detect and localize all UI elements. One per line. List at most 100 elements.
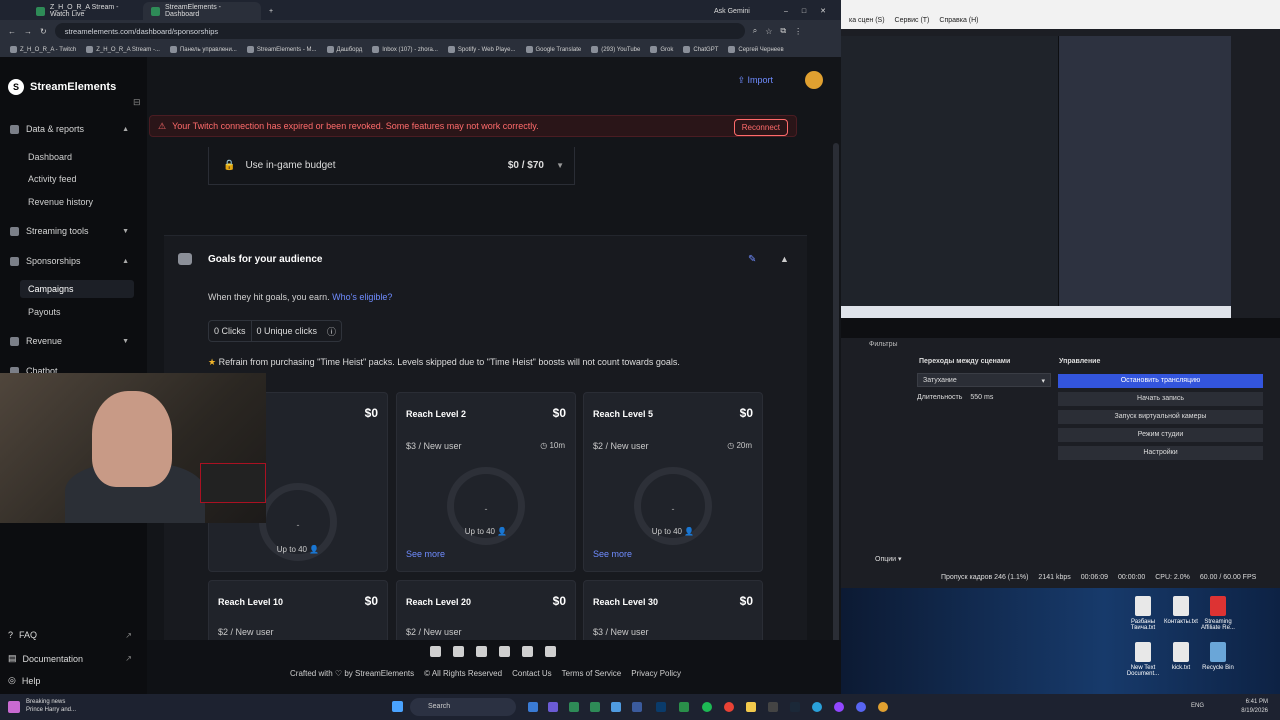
chevron-up-icon[interactable]: ▲ bbox=[780, 254, 789, 264]
maximize-icon[interactable]: □ bbox=[802, 8, 806, 15]
desktop-file-icon[interactable]: New Text Document... bbox=[1123, 642, 1163, 677]
import-button[interactable]: ⇪ Import bbox=[737, 75, 773, 86]
taskbar-app-icon[interactable] bbox=[569, 702, 579, 712]
bookmark-item[interactable]: Дашборд bbox=[326, 46, 362, 53]
nav-revenue[interactable]: Revenue ▼ bbox=[0, 336, 147, 346]
new-tab-button[interactable]: + bbox=[261, 2, 281, 20]
taskbar-app-icon[interactable] bbox=[611, 702, 621, 712]
bookmark-item[interactable]: StreamElements - M... bbox=[246, 46, 317, 53]
virtual-camera-button[interactable]: Запуск виртуальной камеры bbox=[1058, 410, 1263, 424]
desktop-file-icon[interactable]: kick.txt bbox=[1161, 642, 1201, 671]
extensions-icon[interactable]: ⧉ bbox=[780, 26, 786, 36]
bookmark-item[interactable]: Spotify - Web Playe... bbox=[447, 46, 516, 53]
bookmark-item[interactable]: Сергей Чернеев bbox=[728, 46, 784, 53]
taskbar-app-icon[interactable] bbox=[632, 702, 642, 712]
collapse-sidebar-icon[interactable]: ⊟ bbox=[133, 97, 141, 108]
taskbar-app-icon[interactable] bbox=[590, 702, 600, 712]
obs-icon[interactable] bbox=[834, 702, 844, 712]
terms-link[interactable]: Terms of Service bbox=[562, 669, 622, 678]
edit-icon[interactable]: ✎ bbox=[748, 254, 756, 265]
bookmark-item[interactable]: Z_H_O_R_A - Twitch bbox=[10, 46, 76, 53]
forward-icon[interactable]: → bbox=[24, 27, 32, 36]
in-game-budget-row[interactable]: 🔒 Use in-game budget $0 / $70 ▼ bbox=[208, 147, 575, 185]
photoshop-icon[interactable] bbox=[656, 702, 666, 712]
minimize-icon[interactable]: – bbox=[784, 8, 788, 15]
spotify-icon[interactable] bbox=[702, 702, 712, 712]
menu-icon[interactable]: ⋮ bbox=[794, 27, 802, 36]
scrollbar[interactable] bbox=[833, 143, 839, 643]
chrome-icon[interactable] bbox=[724, 702, 734, 712]
desktop-file-icon[interactable]: Контакты.txt bbox=[1161, 596, 1201, 625]
facebook-icon[interactable] bbox=[476, 646, 487, 657]
nav-streaming-tools[interactable]: Streaming tools ▼ bbox=[0, 226, 147, 236]
contact-link[interactable]: Contact Us bbox=[512, 669, 552, 678]
close-icon[interactable]: ✕ bbox=[820, 7, 826, 15]
nav-payouts[interactable]: Payouts bbox=[20, 303, 134, 321]
nav-revenue-history[interactable]: Revenue history bbox=[20, 193, 134, 211]
nav-campaigns[interactable]: Campaigns bbox=[20, 280, 134, 298]
taskbar-search[interactable]: Search bbox=[410, 698, 516, 716]
news-widget-icon[interactable] bbox=[8, 701, 20, 713]
taskbar-app-icon[interactable] bbox=[528, 702, 538, 712]
bookmark-item[interactable]: Панель управлени... bbox=[169, 46, 237, 53]
url-field[interactable]: streamelements.com/dashboard/sponsorship… bbox=[54, 23, 745, 39]
tab-zhora-stream[interactable]: Z_H_O_R_A Stream - Watch Live bbox=[28, 2, 143, 20]
taskbar-app-icon[interactable] bbox=[878, 702, 888, 712]
start-recording-button[interactable]: Начать запись bbox=[1058, 392, 1263, 406]
transition-select[interactable]: Затухание ▾ bbox=[917, 373, 1051, 387]
avatar[interactable] bbox=[805, 71, 823, 89]
obs-menu-item[interactable]: Справка (H) bbox=[939, 17, 978, 29]
recycle-bin[interactable]: Recycle Bin bbox=[1198, 642, 1238, 671]
taskbar-clock[interactable]: 6:41 PM 8/19/2026 bbox=[1241, 698, 1268, 716]
taskbar-app-icon[interactable] bbox=[679, 702, 689, 712]
footer-faq[interactable]: ? FAQ ↗ bbox=[8, 630, 132, 640]
duration-field[interactable]: 550 ms bbox=[970, 394, 993, 401]
info-icon[interactable]: ⓘ bbox=[322, 325, 341, 338]
windows-start-icon[interactable] bbox=[392, 701, 403, 712]
obs-menu-item[interactable]: ка сцен (S) bbox=[849, 17, 885, 29]
nav-dashboard[interactable]: Dashboard bbox=[20, 148, 134, 166]
twitch-icon[interactable] bbox=[430, 646, 441, 657]
settings-button[interactable]: Настройки bbox=[1058, 446, 1263, 460]
bookmark-item[interactable]: (293) YouTube bbox=[591, 46, 640, 53]
nav-activity-feed[interactable]: Activity feed bbox=[20, 170, 134, 188]
news-widget[interactable]: Breaking news Prince Harry and... bbox=[26, 698, 76, 714]
taskbar-app-icon[interactable] bbox=[768, 702, 778, 712]
language-indicator[interactable]: ENG bbox=[1191, 703, 1204, 709]
studio-mode-button[interactable]: Режим студии bbox=[1058, 428, 1263, 442]
bookmark-item[interactable]: Inbox (107) - zhora... bbox=[372, 46, 438, 53]
bookmark-star-icon[interactable]: ☆ bbox=[765, 27, 772, 36]
see-more-link[interactable]: See more bbox=[406, 549, 445, 559]
brand-logo[interactable]: S StreamElements bbox=[8, 79, 116, 95]
file-explorer-icon[interactable] bbox=[746, 702, 756, 712]
nav-sponsorships[interactable]: Sponsorships ▲ bbox=[0, 256, 147, 266]
zoom-icon[interactable]: ⌕ bbox=[753, 26, 757, 36]
footer-documentation[interactable]: ▤ Documentation ↗ bbox=[8, 653, 132, 664]
instagram-icon[interactable] bbox=[522, 646, 533, 657]
bookmark-item[interactable]: ChatGPT bbox=[683, 46, 718, 53]
nav-data-reports[interactable]: Data & reports ▲ bbox=[0, 124, 147, 134]
desktop-file-icon[interactable]: Streaming Affiliate Re... bbox=[1198, 596, 1238, 631]
privacy-link[interactable]: Privacy Policy bbox=[631, 669, 681, 678]
youtube-icon[interactable] bbox=[499, 646, 510, 657]
options-dropdown[interactable]: Опции ▾ bbox=[875, 555, 902, 563]
whos-eligible-link[interactable]: Who's eligible? bbox=[332, 292, 392, 302]
x-icon[interactable] bbox=[453, 646, 464, 657]
telegram-icon[interactable] bbox=[812, 702, 822, 712]
reload-icon[interactable]: ↻ bbox=[40, 27, 47, 36]
ask-gemini-button[interactable]: Ask Gemini bbox=[706, 2, 766, 20]
discord-icon[interactable] bbox=[545, 646, 556, 657]
reconnect-button[interactable]: Reconnect bbox=[733, 119, 788, 136]
steam-icon[interactable] bbox=[790, 702, 800, 712]
taskbar-app-icon[interactable] bbox=[548, 702, 558, 712]
footer-help[interactable]: ◎ Help bbox=[8, 675, 132, 686]
bookmark-item[interactable]: Google Translate bbox=[525, 46, 581, 53]
tab-streamelements[interactable]: StreamElements - Dashboard bbox=[143, 2, 261, 20]
see-more-link[interactable]: See more bbox=[593, 549, 632, 559]
bookmark-item[interactable]: Z_H_O_R_A Stream -... bbox=[86, 46, 160, 53]
bookmark-item[interactable]: Grok bbox=[650, 46, 673, 53]
desktop-file-icon[interactable]: Разбаны Твича.txt bbox=[1123, 596, 1163, 631]
back-icon[interactable]: ← bbox=[8, 27, 16, 36]
stop-stream-button[interactable]: Остановить трансляцию bbox=[1058, 374, 1263, 388]
filters-tab[interactable]: Фильтры bbox=[869, 341, 898, 348]
